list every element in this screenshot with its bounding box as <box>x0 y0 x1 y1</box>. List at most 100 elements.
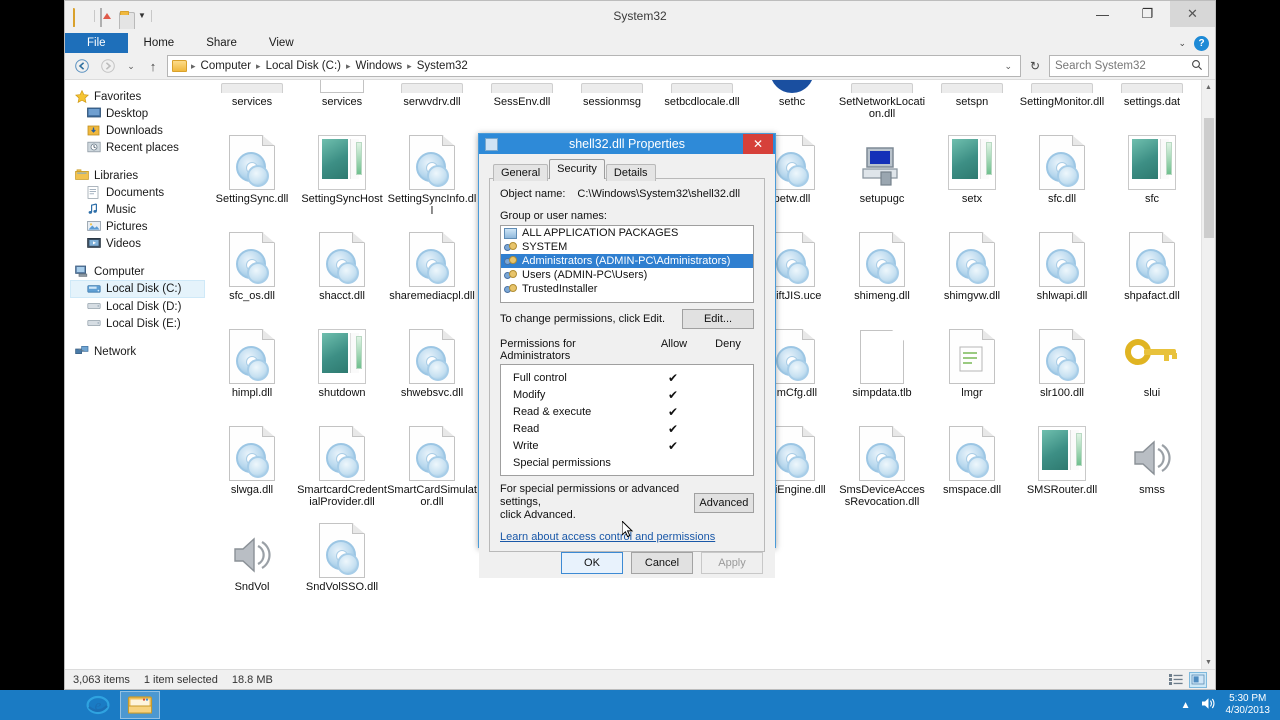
file-item[interactable]: services <box>207 80 297 108</box>
file-item[interactable]: smspace.dll <box>927 426 1017 496</box>
details-view-icon[interactable] <box>1167 672 1185 688</box>
sidebar-item-downloads[interactable]: Downloads <box>71 122 205 139</box>
ok-button[interactable]: OK <box>561 552 623 574</box>
back-button[interactable] <box>71 55 93 77</box>
sidebar-item-recent-places[interactable]: Recent places <box>71 139 205 156</box>
help-icon[interactable]: ? <box>1194 36 1209 51</box>
maximize-button[interactable]: ❐ <box>1125 1 1170 27</box>
permission-row[interactable]: Special permissions <box>501 454 753 471</box>
file-item[interactable]: shlwapi.dll <box>1017 232 1107 302</box>
show-hidden-icons-button[interactable]: ▲ <box>1181 700 1191 711</box>
permission-row[interactable]: Read✔ <box>501 420 753 437</box>
taskbar-internet-explorer[interactable]: e <box>78 691 118 719</box>
file-item[interactable]: setspn <box>927 80 1017 108</box>
sidebar-item-music[interactable]: Music <box>71 201 205 218</box>
file-item[interactable]: shutdown <box>297 329 387 399</box>
file-item[interactable]: slr100.dll <box>1017 329 1107 399</box>
file-item[interactable]: sethc <box>747 80 837 108</box>
file-item[interactable]: SettingMonitor.dll <box>1017 80 1107 108</box>
file-item[interactable]: simpdata.tlb <box>837 329 927 399</box>
file-item[interactable]: serwvdrv.dll <box>387 80 477 108</box>
tab-file[interactable]: File <box>65 33 128 53</box>
file-item[interactable]: SmsDeviceAccessRevocation.dll <box>837 426 927 508</box>
sidebar-item-local-disk-d[interactable]: Local Disk (D:) <box>71 298 205 315</box>
sidebar-item-computer[interactable]: Computer <box>71 263 205 280</box>
file-item[interactable]: smss <box>1107 426 1197 496</box>
taskbar-clock[interactable]: 5:30 PM 4/30/2013 <box>1226 693 1271 717</box>
file-item[interactable]: SetNetworkLocation.dll <box>837 80 927 120</box>
breadcrumb-local-disk-c[interactable]: Local Disk (C:) <box>262 59 345 73</box>
apply-button[interactable]: Apply <box>701 552 763 574</box>
sidebar-item-libraries[interactable]: Libraries <box>71 167 205 184</box>
group-user-row[interactable]: TrustedInstaller <box>501 282 753 296</box>
scroll-down-button[interactable]: ▼ <box>1202 655 1215 669</box>
search-input[interactable]: Search System32 <box>1055 60 1146 72</box>
search-box[interactable]: Search System32 <box>1049 55 1209 77</box>
file-item[interactable]: sfc.dll <box>1017 135 1107 205</box>
address-box[interactable]: ▸ Computer ▸ Local Disk (C:) ▸ Windows ▸… <box>167 55 1021 77</box>
chevron-down-icon[interactable]: ⌄ <box>1000 61 1016 72</box>
file-item[interactable]: SettingSyncInfo.dll <box>387 135 477 217</box>
file-item[interactable]: shimgvw.dll <box>927 232 1017 302</box>
group-user-row[interactable]: SYSTEM <box>501 240 753 254</box>
file-item[interactable]: SndVol <box>207 523 297 593</box>
file-item[interactable]: shimeng.dll <box>837 232 927 302</box>
tab-view[interactable]: View <box>253 34 310 53</box>
sidebar-item-documents[interactable]: Documents <box>71 184 205 201</box>
chevron-down-icon[interactable]: ▼ <box>138 12 146 20</box>
file-item[interactable]: settings.dat <box>1107 80 1197 108</box>
file-item[interactable]: sfc <box>1107 135 1197 205</box>
cancel-button[interactable]: Cancel <box>631 552 693 574</box>
file-item[interactable]: SmartCardSimulator.dll <box>387 426 477 508</box>
tab-general[interactable]: General <box>493 164 548 181</box>
file-item[interactable]: lmgr <box>927 329 1017 399</box>
breadcrumb-computer[interactable]: Computer <box>197 59 256 73</box>
permission-row[interactable]: Modify✔ <box>501 386 753 403</box>
group-user-row[interactable]: Administrators (ADMIN-PC\Administrators) <box>501 254 753 268</box>
file-item[interactable]: services <box>297 80 387 108</box>
sidebar-item-desktop[interactable]: Desktop <box>71 105 205 122</box>
sidebar-item-local-disk-c[interactable]: Local Disk (C:) <box>70 280 205 298</box>
dialog-close-button[interactable]: ✕ <box>743 134 773 154</box>
file-item[interactable]: setbcdlocale.dll <box>657 80 747 108</box>
tab-home[interactable]: Home <box>128 34 191 53</box>
vertical-scrollbar[interactable]: ▲ ▼ <box>1201 80 1215 669</box>
tab-security[interactable]: Security <box>549 159 605 179</box>
file-item[interactable]: SmartcardCredentialProvider.dll <box>297 426 387 508</box>
tab-details[interactable]: Details <box>606 164 656 181</box>
breadcrumb-system32[interactable]: System32 <box>413 59 472 73</box>
file-item[interactable]: setx <box>927 135 1017 205</box>
sidebar-item-pictures[interactable]: Pictures <box>71 218 205 235</box>
file-item[interactable]: shpafact.dll <box>1107 232 1197 302</box>
edit-button[interactable]: Edit... <box>682 309 754 329</box>
expand-ribbon-icon[interactable]: ⌄ <box>1178 38 1186 49</box>
file-item[interactable]: SessEnv.dll <box>477 80 567 108</box>
file-item[interactable]: sharemediacpl.dll <box>387 232 477 302</box>
quick-access-toolbar[interactable]: ▼ <box>65 9 154 23</box>
group-user-row[interactable]: Users (ADMIN-PC\Users) <box>501 268 753 282</box>
file-item[interactable]: SettingSync.dll <box>207 135 297 205</box>
forward-button[interactable] <box>97 55 119 77</box>
advanced-button[interactable]: Advanced <box>694 493 754 513</box>
scrollbar-thumb[interactable] <box>1204 118 1214 238</box>
permission-row[interactable]: Full control✔ <box>501 369 753 386</box>
volume-icon[interactable] <box>1201 697 1216 713</box>
file-item[interactable]: shacct.dll <box>297 232 387 302</box>
permission-row[interactable]: Write✔ <box>501 437 753 454</box>
file-item[interactable]: SndVolSSO.dll <box>297 523 387 593</box>
properties-icon[interactable] <box>100 9 116 23</box>
sidebar-item-local-disk-e[interactable]: Local Disk (E:) <box>71 315 205 332</box>
new-folder-icon[interactable] <box>119 9 135 23</box>
taskbar-file-explorer[interactable] <box>120 691 160 719</box>
file-item[interactable]: slwga.dll <box>207 426 297 496</box>
breadcrumb-windows[interactable]: Windows <box>352 59 407 73</box>
refresh-button[interactable]: ↻ <box>1025 55 1045 77</box>
file-item[interactable]: sessionmsg <box>567 80 657 108</box>
sidebar-item-favorites[interactable]: Favorites <box>71 88 205 105</box>
file-item[interactable]: shwebsvc.dll <box>387 329 477 399</box>
file-item[interactable]: sfc_os.dll <box>207 232 297 302</box>
scroll-up-button[interactable]: ▲ <box>1202 80 1215 94</box>
file-item[interactable]: setupugc <box>837 135 927 205</box>
minimize-button[interactable]: — <box>1080 1 1125 27</box>
sidebar-item-videos[interactable]: Videos <box>71 235 205 252</box>
